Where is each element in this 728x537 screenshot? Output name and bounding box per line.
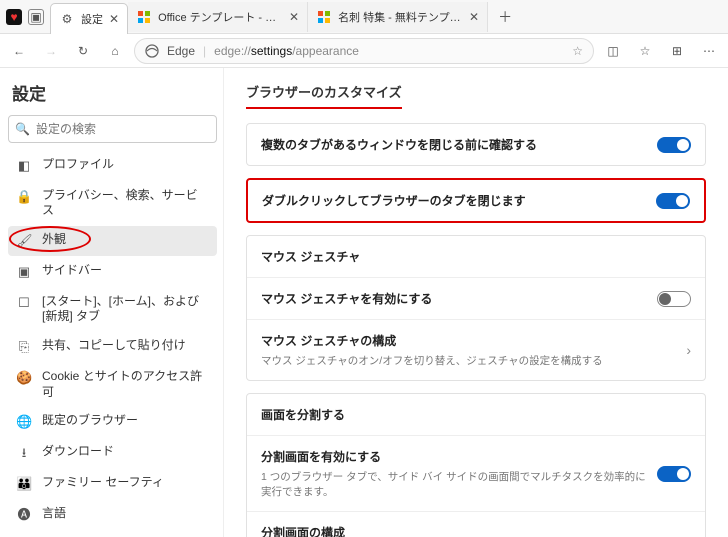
- section-title: ブラウザーのカスタマイズ: [246, 82, 402, 109]
- share-icon: ⎘: [16, 339, 32, 356]
- close-icon[interactable]: ✕: [109, 12, 119, 26]
- settings-nav: ◧プロファイル 🔒プライバシー、検索、サービス 🖌外観 ▣サイドバー ☐[スター…: [8, 151, 217, 537]
- edge-icon: [145, 44, 159, 58]
- row-split-header: 画面を分割する: [247, 394, 705, 435]
- settings-search[interactable]: 🔍: [8, 115, 217, 143]
- lock-icon: 🔒: [16, 189, 32, 206]
- settings-sidebar: 設定 🔍 ◧プロファイル 🔒プライバシー、検索、サービス 🖌外観 ▣サイドバー …: [0, 68, 224, 537]
- card-split-screen: 画面を分割する 分割画面を有効にする 1 つのブラウザー タブで、サイド バイ …: [246, 393, 706, 537]
- tab-office[interactable]: Office テンプレート - Microsoft Offi... ✕: [128, 2, 308, 32]
- family-icon: 👪: [16, 476, 32, 493]
- favorite-icon[interactable]: ☆: [572, 44, 583, 58]
- collections-icon[interactable]: ⊞: [664, 38, 690, 64]
- search-icon: 🔍: [15, 122, 30, 136]
- download-icon: ⭳: [16, 445, 32, 462]
- tab-label: Office テンプレート - Microsoft Offi...: [158, 9, 283, 25]
- back-button[interactable]: ←: [6, 38, 32, 64]
- address-bar[interactable]: Edge | edge://settings/appearance ☆: [134, 38, 594, 64]
- toggle-doubleclick-close[interactable]: [656, 193, 690, 209]
- ms-icon: [136, 9, 152, 25]
- card-close-tabs: 複数のタブがあるウィンドウを閉じる前に確認する: [246, 123, 706, 166]
- sidebar-item-sidebar[interactable]: ▣サイドバー: [8, 257, 217, 287]
- row-split-enable: 分割画面を有効にする 1 つのブラウザー タブで、サイド バイ サイドの画面間で…: [247, 435, 705, 511]
- row-gesture-enable: マウス ジェスチャを有効にする: [247, 277, 705, 319]
- heart-favicon: ♥: [6, 9, 22, 25]
- row-gesture-header: マウス ジェスチャ: [247, 236, 705, 277]
- close-icon[interactable]: ✕: [289, 10, 299, 24]
- split-screen-icon[interactable]: ◫: [600, 38, 626, 64]
- workspace-icon[interactable]: ▣: [28, 9, 44, 25]
- sidebar-item-family[interactable]: 👪ファミリー セーフティ: [8, 469, 217, 499]
- tab-label: 設定: [81, 11, 103, 27]
- card-mouse-gesture: マウス ジェスチャ マウス ジェスチャを有効にする マウス ジェスチャの構成 マ…: [246, 235, 706, 381]
- sidebar-item-printer[interactable]: 🖶プリンター: [8, 531, 217, 537]
- row-split-config[interactable]: 分割画面の構成 分割画面のオン/オフを切り替え、詳細設定を構成します。 ›: [247, 511, 705, 537]
- row-confirm-close: 複数のタブがあるウィンドウを閉じる前に確認する: [247, 124, 705, 165]
- sidebar-item-downloads[interactable]: ⭳ダウンロード: [8, 438, 217, 468]
- settings-heading: 設定: [8, 76, 217, 115]
- search-input[interactable]: [36, 122, 210, 136]
- browser-titlebar: ♥ ▣ ⚙ 設定 ✕ Office テンプレート - Microsoft Off…: [0, 0, 728, 34]
- gear-icon: ⚙: [59, 11, 75, 27]
- card-doubleclick-close: ダブルクリックしてブラウザーのタブを閉じます: [246, 178, 706, 223]
- settings-main: ブラウザーのカスタマイズ 複数のタブがあるウィンドウを閉じる前に確認する ダブル…: [224, 68, 728, 537]
- tab-template[interactable]: 名刺 特集 - 無料テンプレート公開中 ✕: [308, 2, 488, 32]
- forward-button: →: [38, 38, 64, 64]
- browser-toolbar: ← → ↻ ⌂ Edge | edge://settings/appearanc…: [0, 34, 728, 68]
- close-icon[interactable]: ✕: [469, 10, 479, 24]
- favorites-icon[interactable]: ☆: [632, 38, 658, 64]
- sidebar-item-privacy[interactable]: 🔒プライバシー、検索、サービス: [8, 182, 217, 225]
- cookie-icon: 🍪: [16, 370, 32, 387]
- sidebar-item-appearance[interactable]: 🖌外観: [8, 226, 217, 256]
- newtab-icon: ☐: [16, 295, 32, 312]
- profile-icon: ◧: [16, 158, 32, 175]
- sidebar-icon: ▣: [16, 264, 32, 281]
- tab-label: 名刺 特集 - 無料テンプレート公開中: [338, 9, 463, 25]
- home-button[interactable]: ⌂: [102, 38, 128, 64]
- extensions-icon[interactable]: ⋯: [696, 38, 722, 64]
- browser-icon: 🌐: [16, 414, 32, 431]
- paint-icon: 🖌: [16, 233, 32, 250]
- new-tab-button[interactable]: ＋: [488, 7, 522, 27]
- sidebar-item-start[interactable]: ☐[スタート]、[ホーム]、および [新規] タブ: [8, 288, 217, 331]
- edge-label: Edge: [167, 44, 195, 58]
- sidebar-item-cookies[interactable]: 🍪Cookie とサイトのアクセス許可: [8, 363, 217, 406]
- language-icon: 🅐: [16, 507, 32, 524]
- chevron-right-icon: ›: [686, 342, 691, 358]
- refresh-button[interactable]: ↻: [70, 38, 96, 64]
- row-doubleclick-close: ダブルクリックしてブラウザーのタブを閉じます: [248, 180, 704, 221]
- sidebar-item-language[interactable]: 🅐言語: [8, 500, 217, 530]
- sidebar-item-default[interactable]: 🌐既定のブラウザー: [8, 407, 217, 437]
- sidebar-item-share[interactable]: ⎘共有、コピーして貼り付け: [8, 332, 217, 362]
- toggle-confirm-close[interactable]: [657, 137, 691, 153]
- ms-icon: [316, 9, 332, 25]
- toggle-split[interactable]: [657, 466, 691, 482]
- row-gesture-config[interactable]: マウス ジェスチャの構成 マウス ジェスチャのオン/オフを切り替え、ジェスチャの…: [247, 319, 705, 380]
- tab-settings[interactable]: ⚙ 設定 ✕: [50, 3, 128, 34]
- sidebar-item-profile[interactable]: ◧プロファイル: [8, 151, 217, 181]
- toggle-gesture[interactable]: [657, 291, 691, 307]
